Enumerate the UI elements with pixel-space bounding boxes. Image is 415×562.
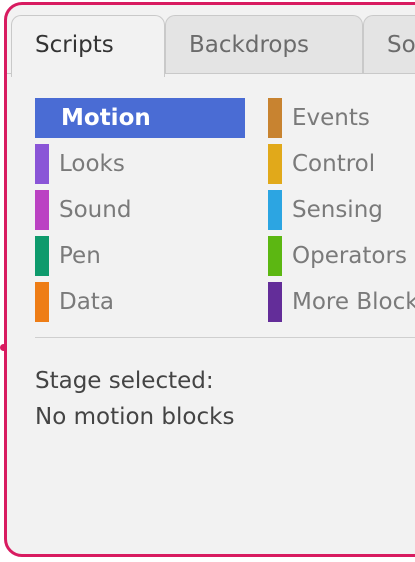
operators-color-swatch — [268, 236, 282, 276]
sound-color-swatch — [35, 190, 49, 230]
tab-bar: Scripts Backdrops Sounds — [7, 5, 415, 77]
tab-scripts[interactable]: Scripts — [11, 15, 165, 77]
empty-palette-message: Stage selected: No motion blocks — [35, 363, 234, 435]
message-line-2: No motion blocks — [35, 404, 235, 430]
category-more-blocks[interactable]: More Blocks — [268, 282, 415, 322]
category-events-label: Events — [292, 105, 370, 131]
message-line-1: Stage selected: — [35, 368, 214, 394]
category-sensing[interactable]: Sensing — [268, 190, 415, 230]
category-pen[interactable]: Pen — [35, 236, 245, 276]
sensing-color-swatch — [268, 190, 282, 230]
data-color-swatch — [35, 282, 49, 322]
category-data[interactable]: Data — [35, 282, 245, 322]
resize-handle[interactable] — [0, 344, 7, 351]
category-operators[interactable]: Operators — [268, 236, 415, 276]
category-sound-label: Sound — [59, 197, 132, 223]
tab-backdrops[interactable]: Backdrops — [165, 15, 363, 73]
category-control-label: Control — [292, 151, 376, 177]
category-operators-label: Operators — [292, 243, 407, 269]
tab-sounds[interactable]: Sounds — [363, 15, 415, 73]
category-sound[interactable]: Sound — [35, 190, 245, 230]
more-blocks-color-swatch — [268, 282, 282, 322]
events-color-swatch — [268, 98, 282, 138]
palette-divider — [35, 337, 415, 338]
looks-color-swatch — [35, 144, 49, 184]
category-motion-label: Motion — [61, 105, 151, 131]
category-pen-label: Pen — [59, 243, 101, 269]
scripts-panel: Scripts Backdrops Sounds Motion Looks So… — [4, 2, 415, 557]
category-looks-label: Looks — [59, 151, 125, 177]
category-looks[interactable]: Looks — [35, 144, 245, 184]
category-more-blocks-label: More Blocks — [292, 289, 415, 315]
pen-color-swatch — [35, 236, 49, 276]
category-control[interactable]: Control — [268, 144, 415, 184]
category-events[interactable]: Events — [268, 98, 415, 138]
category-data-label: Data — [59, 289, 114, 315]
category-sensing-label: Sensing — [292, 197, 383, 223]
control-color-swatch — [268, 144, 282, 184]
